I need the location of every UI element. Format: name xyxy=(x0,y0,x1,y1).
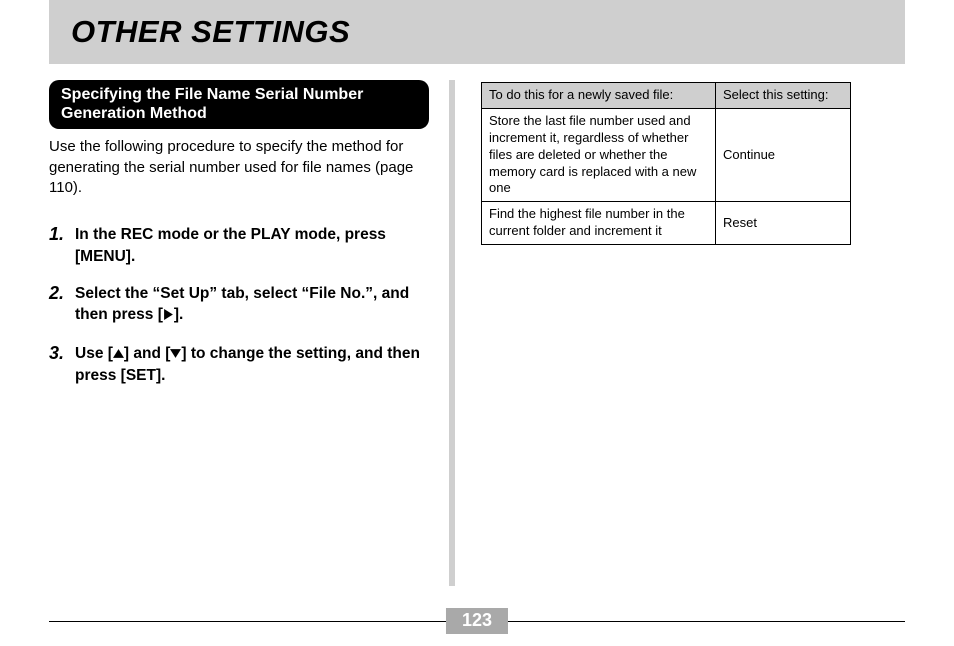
step-text: Use [] and [] to change the setting, and… xyxy=(75,343,429,387)
table-row: Find the highest file number in the curr… xyxy=(482,202,851,245)
down-triangle-icon xyxy=(170,344,181,365)
step-text-pre: Select the “Set Up” tab, select “File No… xyxy=(75,285,409,323)
table-cell-action: Find the highest file number in the curr… xyxy=(482,202,716,245)
title-bar: OTHER SETTINGS xyxy=(49,0,905,64)
table-header-setting: Select this setting: xyxy=(716,83,851,109)
step-text: In the REC mode or the PLAY mode, press … xyxy=(75,224,429,267)
table-cell-setting: Continue xyxy=(716,108,851,201)
step-number: 1. xyxy=(49,224,75,267)
page-footer: 123 xyxy=(49,621,905,622)
page-title: OTHER SETTINGS xyxy=(71,14,350,50)
step-text-post: ]. xyxy=(174,306,183,323)
steps-list: 1. In the REC mode or the PLAY mode, pre… xyxy=(49,224,429,386)
step-text: Select the “Set Up” tab, select “File No… xyxy=(75,283,429,327)
column-divider xyxy=(449,80,455,586)
section-heading: Specifying the File Name Serial Number G… xyxy=(49,80,429,129)
table-header-action: To do this for a newly saved file: xyxy=(482,83,716,109)
left-column: Specifying the File Name Serial Number G… xyxy=(49,80,449,590)
table-header-row: To do this for a newly saved file: Selec… xyxy=(482,83,851,109)
step-number: 2. xyxy=(49,283,75,327)
page-number: 123 xyxy=(446,608,508,634)
footer-rule: 123 xyxy=(49,621,905,622)
table-row: Store the last file number used and incr… xyxy=(482,108,851,201)
step-3: 3. Use [] and [] to change the setting, … xyxy=(49,343,429,387)
table-cell-setting: Reset xyxy=(716,202,851,245)
settings-table: To do this for a newly saved file: Selec… xyxy=(481,82,851,245)
right-triangle-icon xyxy=(163,305,174,326)
intro-text: Use the following procedure to specify t… xyxy=(49,137,429,198)
table-cell-action: Store the last file number used and incr… xyxy=(482,108,716,201)
step-text-mid: ] and [ xyxy=(124,345,171,362)
step-text-pre: Use [ xyxy=(75,345,113,362)
content-columns: Specifying the File Name Serial Number G… xyxy=(49,80,905,590)
step-number: 3. xyxy=(49,343,75,387)
step-2: 2. Select the “Set Up” tab, select “File… xyxy=(49,283,429,327)
step-1: 1. In the REC mode or the PLAY mode, pre… xyxy=(49,224,429,267)
right-column: To do this for a newly saved file: Selec… xyxy=(481,80,905,590)
up-triangle-icon xyxy=(113,344,124,365)
